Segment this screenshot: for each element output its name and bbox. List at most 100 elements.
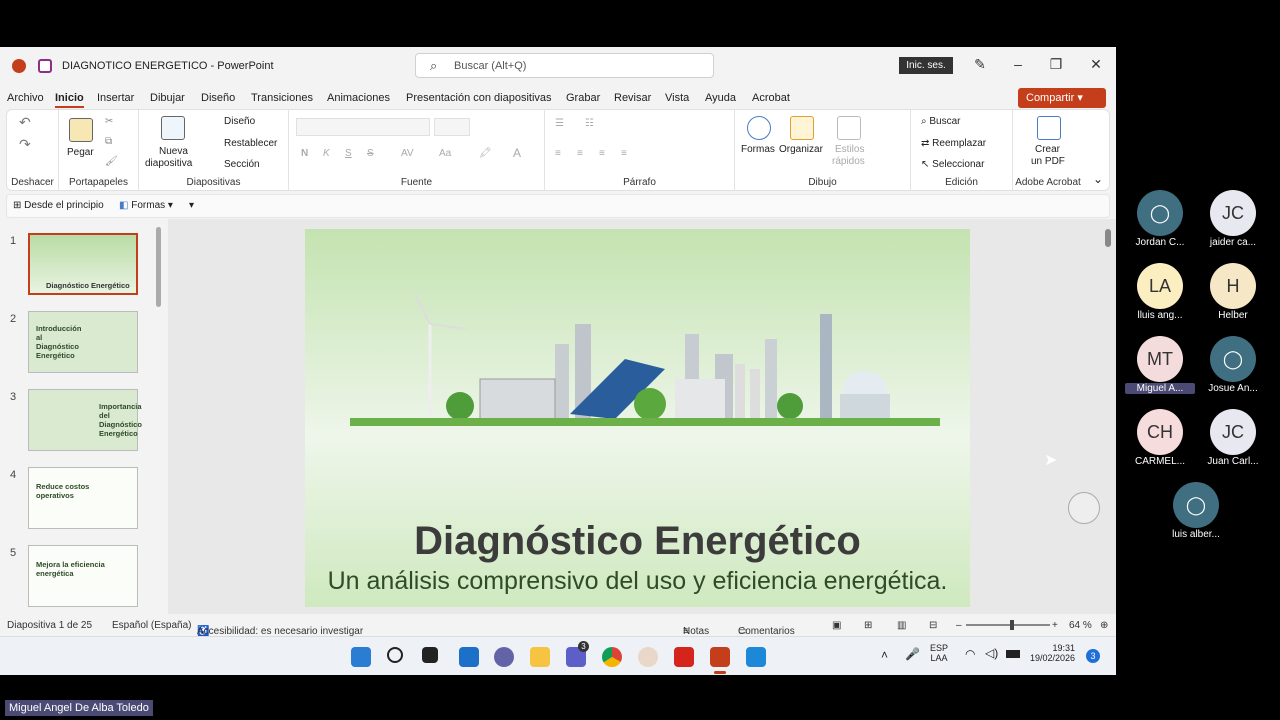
- participant-tile[interactable]: LA lluis ang...: [1125, 263, 1195, 321]
- battery-icon[interactable]: [1006, 650, 1020, 658]
- create-pdf-label-2[interactable]: un PDF: [1031, 156, 1065, 167]
- zoom-in-button[interactable]: +: [1052, 620, 1058, 631]
- undo-icon[interactable]: ↶: [19, 114, 31, 131]
- font-name-combo[interactable]: [296, 118, 430, 136]
- zoom-slider-thumb[interactable]: [1010, 620, 1015, 630]
- microphone-icon[interactable]: 🎤: [905, 647, 920, 661]
- participant-tile[interactable]: ◯ Josue An...: [1198, 336, 1268, 394]
- justify-icon[interactable]: ≡: [621, 148, 627, 159]
- tab-inicio[interactable]: Inicio: [55, 92, 84, 108]
- start-beginning-button[interactable]: ⊞ Desde el principio: [13, 200, 104, 211]
- slide-thumbnail-2[interactable]: Introducción al Diagnóstico Energético: [28, 311, 138, 373]
- tab-grabar[interactable]: Grabar: [566, 92, 600, 104]
- arrange-button[interactable]: Organizar: [779, 144, 823, 155]
- quick-styles-label-2[interactable]: rápidos: [832, 156, 865, 167]
- slide-canvas[interactable]: Diagnóstico Energético Un análisis compr…: [305, 229, 970, 607]
- powerpoint-taskbar-icon[interactable]: [710, 647, 730, 667]
- fit-slide-icon[interactable]: ⊕: [1100, 620, 1108, 631]
- align-left-icon[interactable]: ≡: [555, 148, 561, 159]
- participant-tile[interactable]: JC jaider ca...: [1198, 190, 1268, 248]
- arrange-icon[interactable]: [790, 116, 814, 140]
- paste-button[interactable]: Pegar: [67, 147, 94, 158]
- acrobat-icon[interactable]: [674, 647, 694, 667]
- tab-ayuda[interactable]: Ayuda: [705, 92, 736, 104]
- tab-revisar[interactable]: Revisar: [614, 92, 651, 104]
- chevron-up-icon[interactable]: ˄: [881, 648, 888, 662]
- search-box[interactable]: ⌕ Buscar (Alt+Q): [415, 53, 714, 78]
- slide-thumbnail-5[interactable]: Mejora la eficiencia energética: [28, 545, 138, 607]
- tab-transiciones[interactable]: Transiciones: [251, 92, 313, 104]
- shapes-quick-button[interactable]: ◧ Formas ▾: [119, 200, 173, 211]
- reset-button[interactable]: Restablecer: [224, 138, 277, 149]
- quick-styles-icon[interactable]: [837, 116, 861, 140]
- new-slide-label-1[interactable]: Nueva: [159, 146, 188, 157]
- notification-badge[interactable]: 3: [1086, 649, 1100, 663]
- participant-tile[interactable]: ◯ Jordan C...: [1125, 190, 1195, 248]
- customize-icon[interactable]: ▾: [189, 200, 194, 211]
- replace-button[interactable]: ⇄ Reemplazar: [921, 138, 986, 149]
- reading-view-icon[interactable]: ▥: [897, 620, 906, 631]
- volume-icon[interactable]: ◁): [985, 646, 998, 660]
- italic-button[interactable]: K: [323, 148, 330, 159]
- tab-acrobat[interactable]: Acrobat: [752, 92, 790, 104]
- align-right-icon[interactable]: ≡: [599, 148, 605, 159]
- slide-scrollbar[interactable]: [1105, 229, 1111, 247]
- tab-dibujar[interactable]: Dibujar: [150, 92, 185, 104]
- pdf-icon[interactable]: [1037, 116, 1061, 140]
- normal-view-icon[interactable]: ▣: [832, 620, 841, 631]
- underline-button[interactable]: S: [345, 148, 352, 159]
- bold-button[interactable]: N: [301, 148, 308, 159]
- participant-tile[interactable]: H Helber: [1198, 263, 1268, 321]
- change-case-button[interactable]: Aa: [439, 148, 451, 159]
- save-icon[interactable]: [38, 59, 52, 73]
- slide-thumbnail-4[interactable]: Reduce costos operativos: [28, 467, 138, 529]
- share-button[interactable]: Compartir ▾: [1018, 88, 1106, 108]
- close-icon[interactable]: ✕: [1086, 56, 1106, 73]
- sorter-view-icon[interactable]: ⊞: [864, 620, 872, 631]
- copy-icon[interactable]: ⧉: [105, 136, 112, 147]
- windows-start-icon[interactable]: [351, 647, 371, 667]
- strikethrough-button[interactable]: S: [367, 148, 374, 159]
- shapes-icon[interactable]: [747, 116, 771, 140]
- chrome-icon[interactable]: [602, 647, 622, 667]
- tab-diseno[interactable]: Diseño: [201, 92, 235, 104]
- font-color-icon[interactable]: A: [513, 146, 521, 160]
- teams-chat-icon[interactable]: [494, 647, 514, 667]
- bullets-icon[interactable]: ☰: [555, 118, 564, 129]
- new-slide-icon[interactable]: [161, 116, 185, 140]
- tab-vista[interactable]: Vista: [665, 92, 689, 104]
- minimize-icon[interactable]: –: [1008, 56, 1028, 72]
- slideshow-view-icon[interactable]: ⊟: [929, 620, 937, 631]
- participant-tile[interactable]: JC Juan Carl...: [1198, 409, 1268, 467]
- language-status[interactable]: Español (España): [112, 620, 192, 631]
- find-button[interactable]: ⌕ Buscar: [921, 116, 961, 127]
- section-button[interactable]: Sección: [224, 159, 260, 170]
- paste-icon[interactable]: [69, 118, 93, 142]
- restore-icon[interactable]: ❐: [1046, 56, 1066, 73]
- tab-archivo[interactable]: Archivo: [7, 92, 44, 104]
- quick-styles-label-1[interactable]: Estilos: [835, 144, 864, 155]
- sign-in-button[interactable]: Inic. ses.: [899, 57, 953, 74]
- cut-icon[interactable]: ✂: [105, 116, 113, 127]
- language-indicator[interactable]: ESP LAA: [930, 643, 948, 663]
- redo-icon[interactable]: ↷: [19, 136, 31, 153]
- layout-button[interactable]: Diseño: [224, 116, 255, 127]
- tab-presentacion[interactable]: Presentación con diapositivas: [406, 92, 552, 104]
- collapse-ribbon-icon[interactable]: ⌄: [1093, 172, 1103, 186]
- numbering-icon[interactable]: ☷: [585, 118, 594, 129]
- slide-thumbnail-1[interactable]: Diagnóstico Energético: [28, 233, 138, 295]
- presentation-app-icon[interactable]: [746, 647, 766, 667]
- zoom-level[interactable]: 64 %: [1069, 620, 1092, 631]
- new-slide-label-2[interactable]: diapositiva: [145, 158, 192, 169]
- search-icon[interactable]: [387, 647, 403, 663]
- select-button[interactable]: ↖ Seleccionar: [921, 159, 984, 170]
- create-pdf-label-1[interactable]: Crear: [1035, 144, 1060, 155]
- avatar-app-icon[interactable]: [638, 647, 658, 667]
- format-painter-icon[interactable]: 🖌: [105, 156, 118, 167]
- participant-tile[interactable]: CH CARMEL...: [1125, 409, 1195, 467]
- widgets-icon[interactable]: [459, 647, 479, 667]
- task-view-icon[interactable]: [422, 647, 438, 663]
- clock[interactable]: 19:31 19/02/2026: [1030, 643, 1075, 663]
- tab-insertar[interactable]: Insertar: [97, 92, 134, 104]
- char-spacing-button[interactable]: AV: [401, 148, 414, 159]
